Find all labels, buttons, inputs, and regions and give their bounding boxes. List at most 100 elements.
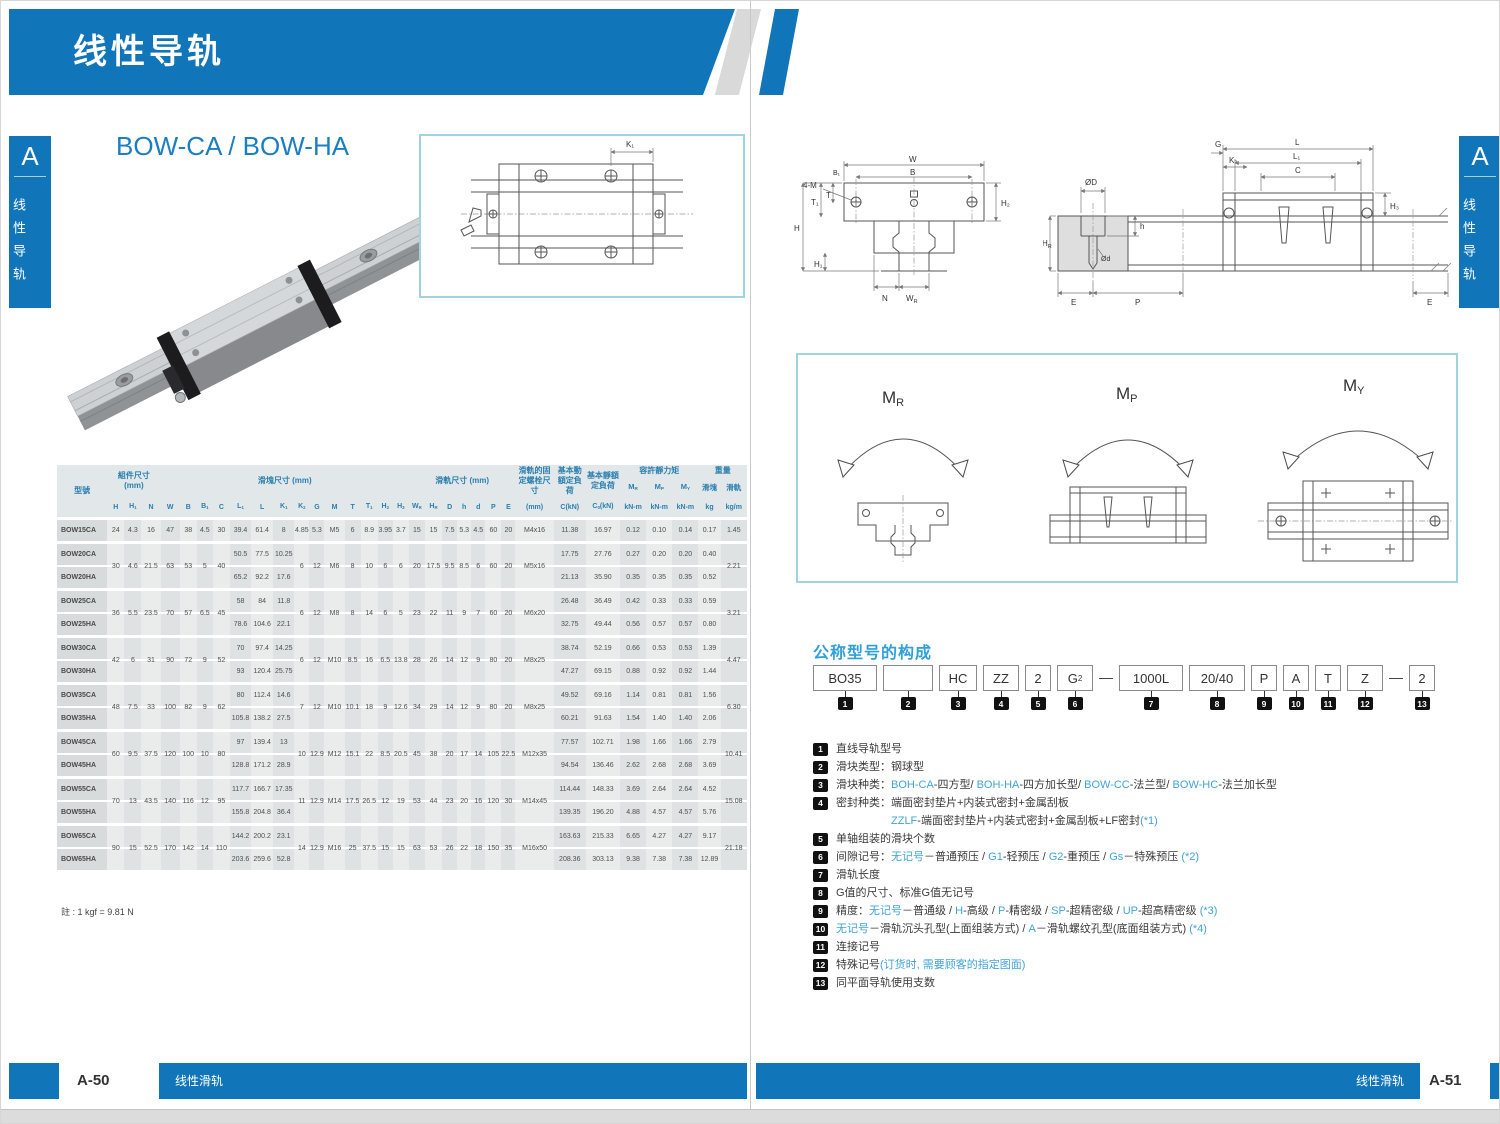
footer-label-right: 线性滑轨	[1356, 1074, 1404, 1088]
cell: 24	[107, 519, 124, 543]
cell: 31	[141, 637, 160, 684]
dim-g: G	[1215, 140, 1221, 149]
table-row: BOW25CA365.523.570576.545588411.8612M881…	[57, 590, 747, 614]
cell: 5.5	[124, 590, 141, 637]
col-sub: K1	[273, 497, 294, 519]
item-text: -四方加长型/	[1019, 779, 1084, 791]
dim-b1: B₁	[833, 170, 841, 177]
cell: 30	[501, 778, 515, 825]
cell: 13	[273, 731, 294, 755]
cell: 9.17	[698, 825, 720, 849]
item-text: 连接记号	[836, 941, 880, 953]
model-cell: BOW35CA	[57, 684, 107, 708]
item-text: -法兰型/	[1130, 779, 1173, 791]
cell: 38	[180, 519, 197, 543]
col-sub: C	[213, 497, 230, 519]
dim-e2: E	[1427, 298, 1432, 307]
cell: 38.74	[554, 637, 586, 661]
col-sub: W	[161, 497, 180, 519]
cell: 82	[180, 684, 197, 731]
cell: 4.5	[471, 519, 485, 543]
cell: 8	[345, 590, 361, 637]
cell: 0.33	[646, 590, 672, 614]
item-text: －滑轨沉头孔型(上面组装方式) /	[869, 923, 1029, 935]
cell: M10	[324, 684, 344, 731]
cell: 6.5	[197, 590, 213, 637]
cell: 37.5	[141, 731, 160, 778]
cell: M12	[324, 731, 344, 778]
table-row: BOW15CA244.31647384.53039.461.484.855.3M…	[57, 519, 747, 543]
cell: 100	[161, 684, 180, 731]
col-sub: B1	[197, 497, 213, 519]
model-code-title: 公称型号的构成	[813, 639, 932, 663]
table-header: 型號 組件尺寸 (mm) 滑塊尺寸 (mm) 滑軌尺寸 (mm) 滑軌的固定螺栓…	[57, 465, 747, 519]
cell: 17.75	[554, 543, 586, 567]
page-title: 线性导轨	[9, 9, 735, 95]
cell: 10	[361, 543, 378, 590]
cell: 0.35	[620, 566, 646, 590]
cell: 3.95	[378, 519, 393, 543]
cell: 93	[230, 660, 251, 684]
item-text: -重预压 /	[1063, 851, 1109, 863]
cell: 23	[442, 778, 457, 825]
cell: 0.56	[620, 613, 646, 637]
cell: 28	[409, 637, 425, 684]
cell: 8.5	[378, 731, 393, 778]
model-cell: BOW45HA	[57, 754, 107, 778]
item-number: 10	[813, 923, 828, 936]
code-unit: 2 5	[1025, 665, 1051, 710]
cell: 120	[485, 778, 501, 825]
list-item: 8G值的尺寸、标准G值无记号	[813, 887, 1481, 901]
cell: 0.59	[698, 590, 720, 614]
cell: 9	[471, 637, 485, 684]
cell: 1.39	[698, 637, 720, 661]
code-box: G2	[1057, 665, 1093, 691]
item-text: -四方型/	[934, 779, 977, 791]
item-text: 密封种类：端面密封垫片+内装式密封+金属刮板	[836, 797, 1069, 809]
table-row: BOW55CA701343.51401161295117.7166.717.35…	[57, 778, 747, 802]
cell: 15	[409, 519, 425, 543]
item-number: 12	[813, 959, 828, 972]
item-text: 滑块类型：钢球型	[836, 761, 924, 773]
col-sub: H2	[378, 497, 393, 519]
cell: 0.27	[620, 543, 646, 567]
cell: 0.92	[646, 660, 672, 684]
cell: 13.8	[393, 637, 409, 684]
col-sub: kN-m	[620, 497, 646, 519]
sidebar-tab-right: A 线性导轨	[1459, 136, 1500, 308]
moment-diagram-box: MR MP MY	[796, 353, 1458, 583]
cell: 6.30	[721, 684, 747, 731]
item-number: 11	[813, 941, 828, 954]
cell: 20	[501, 590, 515, 637]
code-unit: G2 6	[1057, 665, 1093, 710]
moment-diagrams: MR MP MY	[798, 355, 1452, 577]
col-sub: L1	[230, 497, 251, 519]
item-text: BOW-HC	[1173, 779, 1219, 791]
col-sub: C(kN)	[554, 497, 586, 519]
code-unit: T 11	[1315, 665, 1341, 710]
cell: 26	[425, 637, 442, 684]
item-number: 3	[813, 779, 828, 792]
spec-table-wrap: 型號 組件尺寸 (mm) 滑塊尺寸 (mm) 滑軌尺寸 (mm) 滑軌的固定螺栓…	[57, 465, 749, 872]
cell: 4.88	[620, 801, 646, 825]
cell: 117.7	[230, 778, 251, 802]
cell: 150	[485, 825, 501, 872]
list-item: 4密封种类：端面密封垫片+内装式密封+金属刮板	[813, 797, 1481, 811]
code-box: A	[1283, 665, 1309, 691]
cell: 20	[501, 519, 515, 543]
cell: 110	[213, 825, 230, 872]
code-box: 2	[1025, 665, 1051, 691]
cell: M14	[324, 778, 344, 825]
cell: 57	[180, 590, 197, 637]
cell: 259.6	[251, 848, 273, 871]
product-photo	[56, 191, 436, 446]
model-cell: BOW25CA	[57, 590, 107, 614]
cell: 10.1	[345, 684, 361, 731]
code-box: ZZ	[983, 665, 1019, 691]
col-sub: G	[309, 497, 324, 519]
item-line: 滑块类型：钢球型	[836, 761, 924, 775]
item-line: 滑块种类：BOH-CA-四方型/ BOH-HA-四方加长型/ BOW-CC-法兰…	[836, 779, 1277, 793]
item-line: 间隙记号：无记号－普通预压 / G1-轻预压 / G2-重预压 / Gs－特殊预…	[836, 851, 1199, 865]
cell: 6	[378, 543, 393, 590]
cell: 23.5	[141, 590, 160, 637]
